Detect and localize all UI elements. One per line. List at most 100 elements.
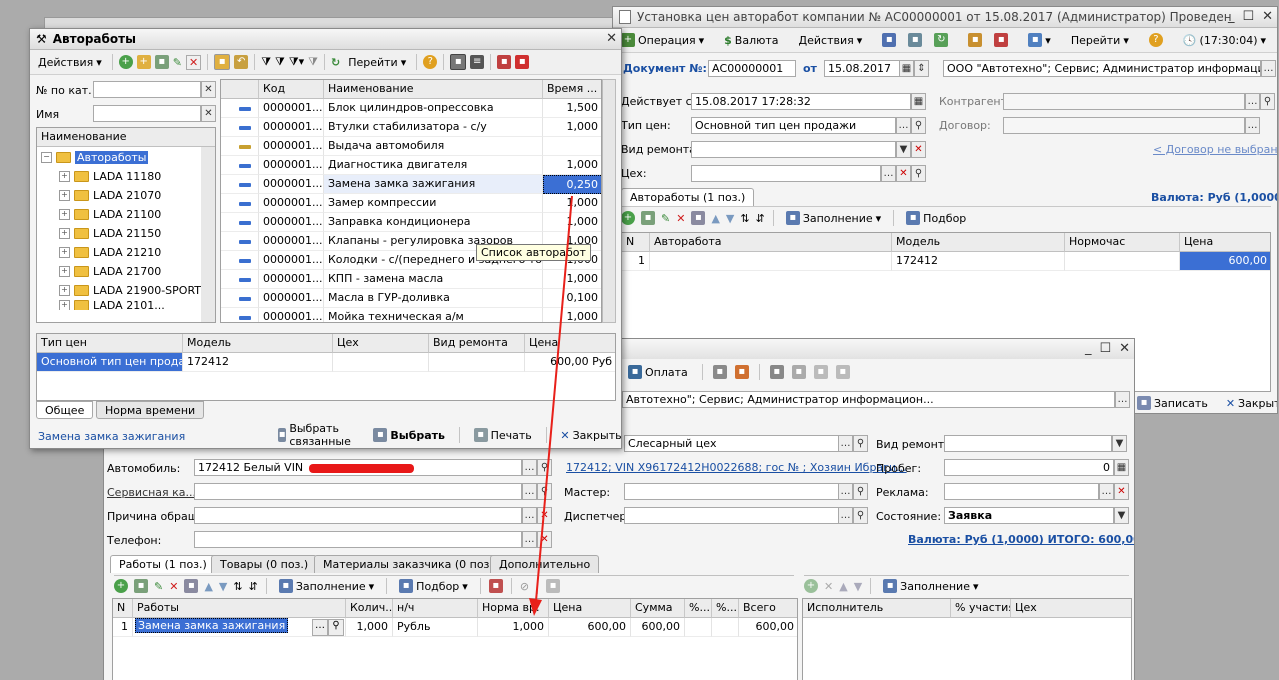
actions-menu[interactable]: Действия ▾	[34, 53, 106, 71]
repair-type-field[interactable]	[944, 435, 1112, 452]
sort-asc-icon[interactable]: ⇅	[233, 580, 242, 593]
minimize-icon[interactable]: _	[1085, 341, 1092, 356]
table-cell-name[interactable]: Втулки стабилизатора - с/у	[324, 118, 543, 137]
table-cell-pct2[interactable]	[712, 618, 739, 637]
pdf-icon[interactable]: ▪	[515, 55, 530, 69]
filter-menu-icon[interactable]: ⧩▾	[289, 55, 304, 69]
sort-asc-icon[interactable]: ⇅	[740, 212, 749, 225]
table-cell-code[interactable]: 0000001...	[259, 270, 324, 289]
table-cell-model[interactable]: 172412	[183, 353, 333, 372]
total-link[interactable]: Валюта: Руб (1,0000) ИТОГО: 600,00	[908, 533, 1134, 546]
level-up-icon[interactable]: ↶	[234, 55, 249, 69]
move-down-icon[interactable]: ▼	[726, 212, 734, 225]
contract-field[interactable]	[1003, 117, 1245, 134]
calculator-icon[interactable]: ▦	[1114, 459, 1129, 476]
select-related-button[interactable]: ▪ Выбрать связанные	[274, 422, 361, 448]
edit-icon[interactable]: ✎	[661, 212, 670, 225]
search-icon[interactable]: ⚲	[853, 435, 868, 452]
close-icon[interactable]: ✕	[1262, 9, 1273, 24]
select-button[interactable]: …	[522, 483, 537, 500]
copy-icon[interactable]: ▪	[154, 55, 169, 69]
select-button[interactable]: …	[1115, 391, 1130, 408]
select-button[interactable]: …	[522, 531, 537, 548]
table-cell-code[interactable]: 0000001...	[259, 308, 324, 322]
org-select-button[interactable]: …	[1261, 60, 1276, 77]
table-row[interactable]: 1	[113, 618, 133, 637]
close-icon[interactable]: ✕	[606, 31, 617, 46]
search-icon[interactable]: ⚲	[1260, 93, 1275, 110]
select-button[interactable]: …	[312, 619, 328, 636]
table-cell-icon[interactable]	[221, 99, 259, 118]
col-price[interactable]: Цена	[1180, 233, 1270, 252]
col-executor[interactable]: Исполнитель	[803, 599, 951, 618]
select-button[interactable]: …	[881, 165, 896, 182]
table-cell-name[interactable]: Диагностика двигателя	[324, 156, 543, 175]
tab-autoworks[interactable]: Автоработы (1 поз.)	[621, 188, 755, 206]
col-unit[interactable]: н/ч	[393, 599, 478, 618]
select-button[interactable]: …	[896, 117, 911, 134]
pick-menu[interactable]: ▪ Подбор ▾	[395, 577, 472, 595]
doc-copy-icon[interactable]: ▪	[964, 31, 986, 49]
table-row[interactable]: 1	[622, 252, 650, 271]
tab-goods[interactable]: Товары (0 поз.)	[211, 555, 318, 573]
expand-icon[interactable]: +	[59, 300, 70, 310]
currency-button[interactable]: $ Валюта	[720, 31, 782, 49]
select-button[interactable]: …	[838, 507, 853, 524]
table-cell-icon[interactable]	[221, 289, 259, 308]
col-price-type[interactable]: Тип цен	[37, 334, 183, 353]
table-cell-sum[interactable]: 600,00	[631, 618, 685, 637]
mileage-field[interactable]: 0	[944, 459, 1114, 476]
table-cell-time[interactable]: 1,500	[543, 99, 601, 118]
col-n[interactable]: N	[113, 599, 133, 618]
move-down-icon[interactable]: ▼	[219, 580, 227, 593]
date-spinner[interactable]: ⇕	[914, 60, 929, 77]
delete-icon[interactable]: ✕	[676, 212, 685, 225]
table-cell-code[interactable]: 0000001...	[259, 118, 324, 137]
clock-button[interactable]: 🕓 (17:30:04) ▾	[1179, 31, 1270, 49]
col-time[interactable]: Время ...	[543, 80, 601, 99]
table-cell-price-type[interactable]: Основной тип цен продажи	[37, 353, 183, 372]
tab-general[interactable]: Общее	[36, 401, 94, 419]
table-cell-code[interactable]: 0000001...	[259, 213, 324, 232]
organization-field[interactable]: ООО "Автотехно"; Сервис; Администратор и…	[943, 60, 1261, 77]
name-field[interactable]	[93, 105, 201, 122]
select-button[interactable]: …	[1099, 483, 1114, 500]
filter-icon[interactable]: ⧩	[261, 55, 271, 69]
dropdown-icon[interactable]: ▼	[1114, 507, 1129, 524]
dropdown-icon[interactable]: ▼	[896, 141, 911, 158]
tab-additional[interactable]: Дополнительно	[490, 555, 600, 573]
clear-icon[interactable]: ✕	[201, 105, 216, 122]
hierarchy-icon[interactable]: ▪	[214, 54, 231, 70]
refresh-icon[interactable]: ↻	[930, 31, 952, 49]
table-cell-icon[interactable]	[221, 213, 259, 232]
table-cell-icon[interactable]	[221, 194, 259, 213]
col-hours[interactable]: Нормочас	[1065, 233, 1180, 252]
col-sum[interactable]: Сумма	[631, 599, 685, 618]
table-cell-time[interactable]: 1,000	[543, 213, 601, 232]
operation-menu[interactable]: + Операция ▾	[617, 31, 708, 49]
clear-icon[interactable]: ✕	[537, 507, 552, 524]
tree-item-root[interactable]: − Автоработы	[41, 148, 149, 167]
table-cell-time[interactable]	[543, 137, 601, 156]
report-icon[interactable]: ▪	[734, 365, 749, 379]
copy-doc-icon[interactable]: ▪	[497, 55, 512, 69]
col-shop[interactable]: Цех	[1011, 599, 1131, 618]
add-icon[interactable]: +	[804, 579, 818, 593]
repair-type-field[interactable]	[691, 141, 896, 158]
search-icon[interactable]: ⚲	[853, 483, 868, 500]
table-cell-name[interactable]: КПП - замена масла	[324, 270, 543, 289]
col-model[interactable]: Модель	[892, 233, 1065, 252]
doc-number-field[interactable]: АС00000001	[708, 60, 796, 77]
expand-icon[interactable]: +	[59, 171, 70, 182]
table-cell-price[interactable]: 600,00 Руб	[525, 353, 615, 372]
valid-from-field[interactable]: 15.08.2017 17:28:32	[691, 93, 911, 110]
dropdown-icon[interactable]: ▼	[1112, 435, 1127, 452]
col-pct1[interactable]: %...	[685, 599, 712, 618]
search-icon[interactable]: ⚲	[328, 619, 344, 636]
sort-desc-icon[interactable]: ⇵	[249, 580, 258, 593]
goto-menu[interactable]: Перейти ▾	[1067, 31, 1133, 49]
table-cell-time[interactable]: 1,000	[543, 156, 601, 175]
move-up-icon[interactable]: ▲	[204, 580, 212, 593]
table-cell-pct1[interactable]	[685, 618, 712, 637]
clear-icon[interactable]: ✕	[201, 81, 216, 98]
